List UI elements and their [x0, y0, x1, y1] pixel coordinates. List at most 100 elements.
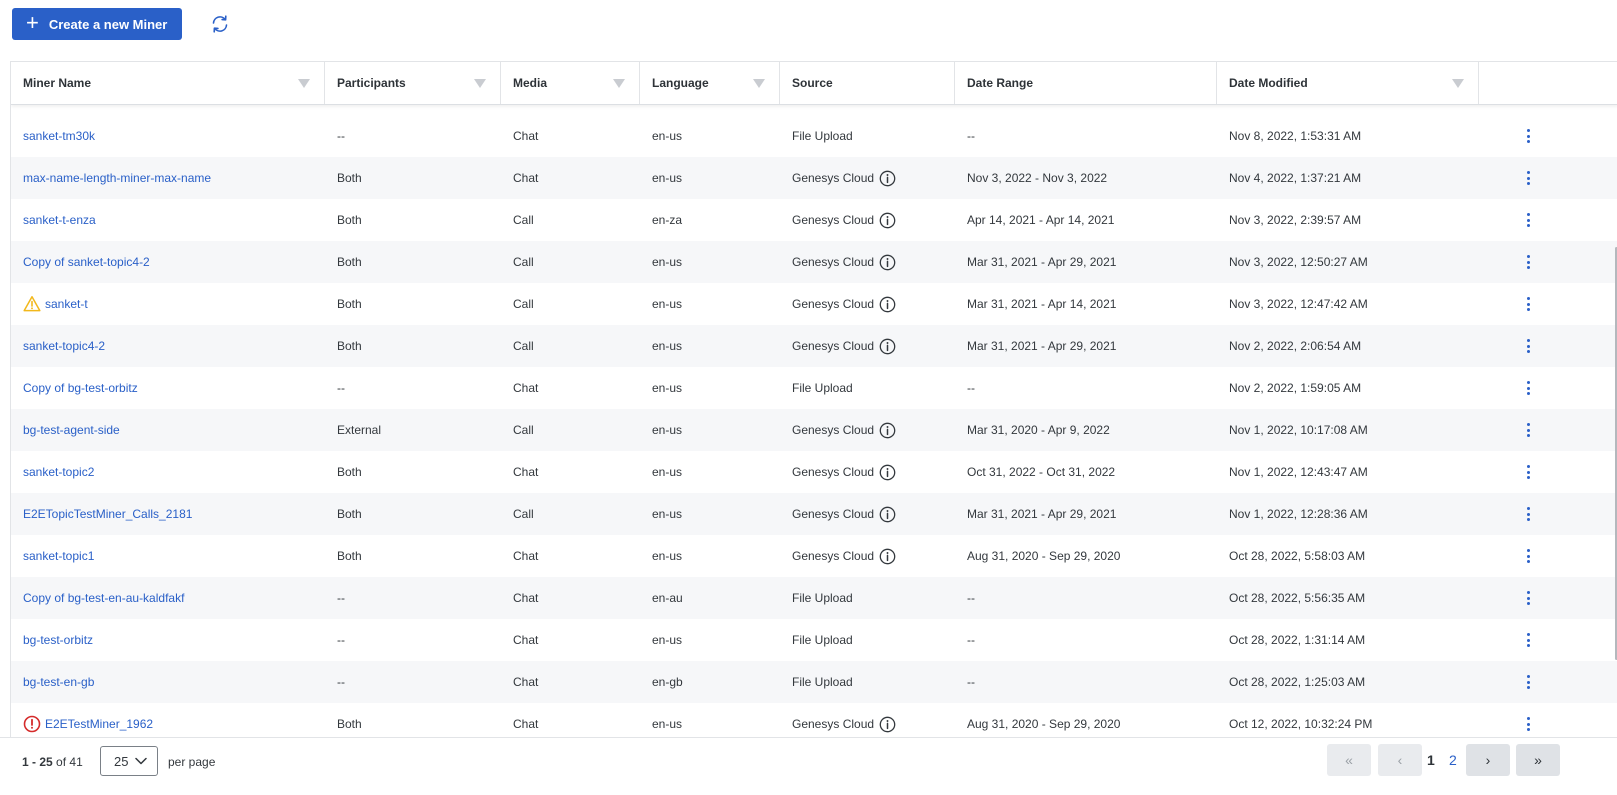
kebab-icon[interactable] [1516, 544, 1540, 568]
cell-participants: Both [325, 549, 501, 563]
cell-date-range-text: Mar 31, 2021 - Apr 14, 2021 [967, 297, 1117, 311]
plus-icon: + [26, 10, 39, 35]
miner-name-link[interactable]: E2ETestMiner_1962 [45, 717, 153, 731]
miner-name-link[interactable]: Copy of bg-test-orbitz [23, 381, 138, 395]
miner-name-link[interactable]: max-name-length-miner-max-name [23, 171, 211, 185]
miner-name-link[interactable]: sanket-t-enza [23, 213, 96, 227]
cell-language: en-us [640, 381, 780, 395]
info-icon[interactable] [879, 422, 896, 439]
cell-participants: -- [325, 129, 501, 143]
sort-icon[interactable] [298, 78, 310, 88]
toolbar: + Create a new Miner [12, 8, 234, 40]
kebab-icon[interactable] [1516, 418, 1540, 442]
kebab-icon[interactable] [1516, 628, 1540, 652]
miner-name-link[interactable]: E2ETopicTestMiner_Calls_2181 [23, 507, 192, 521]
miner-name-link[interactable]: bg-test-orbitz [23, 633, 93, 647]
cell-miner-name: sanket-topic2 [11, 465, 325, 479]
kebab-icon[interactable] [1516, 166, 1540, 190]
miner-name-link[interactable]: sanket-topic4-2 [23, 339, 105, 353]
sort-icon[interactable] [1452, 78, 1464, 88]
refresh-button[interactable] [206, 10, 234, 38]
cell-miner-name: sanket-tm30k [11, 129, 325, 143]
cell-date-modified-text: Nov 2, 2022, 1:59:05 AM [1229, 381, 1362, 395]
kebab-icon[interactable] [1516, 712, 1540, 736]
cell-date-modified: Nov 2, 2022, 1:59:05 AM [1217, 381, 1479, 395]
table-row: Copy of sanket-topic4-2 Both Call en-us Gene… [11, 241, 1617, 283]
cell-source: Genesys Cloud [780, 296, 955, 313]
kebab-icon[interactable] [1516, 586, 1540, 610]
miner-name-link[interactable]: sanket-topic1 [23, 549, 94, 563]
cell-participants: -- [325, 675, 501, 689]
miner-name-link[interactable]: Copy of bg-test-en-au-kaldfakf [23, 591, 184, 605]
cell-source-text: Genesys Cloud [792, 423, 875, 437]
cell-language-text: en-us [652, 255, 683, 269]
kebab-icon[interactable] [1516, 292, 1540, 316]
cell-source: File Upload [780, 675, 955, 689]
cell-participants: Both [325, 255, 501, 269]
kebab-icon[interactable] [1516, 460, 1540, 484]
table-row: bg-test-en-gb -- Chat en-gb File Upload -- Oct… [11, 661, 1617, 703]
next-page-button[interactable]: › [1466, 744, 1510, 776]
cell-source-text: Genesys Cloud [792, 507, 875, 521]
cell-date-range: Aug 31, 2020 - Sep 29, 2020 [955, 717, 1217, 731]
kebab-icon[interactable] [1516, 334, 1540, 358]
cell-date-range: -- [955, 633, 1217, 647]
cell-media-text: Chat [513, 171, 539, 185]
cell-participants-text: Both [337, 339, 362, 353]
info-icon[interactable] [879, 170, 896, 187]
col-header-participants[interactable]: Participants [325, 62, 501, 104]
sort-icon[interactable] [474, 78, 486, 88]
kebab-icon[interactable] [1516, 376, 1540, 400]
page-2-button[interactable]: 2 [1449, 744, 1457, 776]
info-icon[interactable] [879, 506, 896, 523]
cell-participants: -- [325, 381, 501, 395]
kebab-icon[interactable] [1516, 250, 1540, 274]
miner-name-link[interactable]: Copy of sanket-topic4-2 [23, 255, 150, 269]
cell-participants-text: External [337, 423, 382, 437]
table-row: sanket-topic1 Both Chat en-us Genesys Cloud A… [11, 535, 1617, 577]
col-header-label: Source [792, 76, 833, 90]
cell-miner-name: max-name-length-miner-max-name [11, 171, 325, 185]
miner-name-link[interactable]: bg-test-agent-side [23, 423, 120, 437]
kebab-icon[interactable] [1516, 208, 1540, 232]
info-icon[interactable] [879, 464, 896, 481]
col-header-label: Media [513, 76, 548, 90]
info-icon[interactable] [879, 212, 896, 229]
col-header-media[interactable]: Media [501, 62, 640, 104]
prev-page-button[interactable]: ‹ [1378, 744, 1422, 776]
info-icon[interactable] [879, 338, 896, 355]
miner-name-link[interactable]: sanket-t [45, 297, 88, 311]
miner-name-link[interactable]: sanket-tm30k [23, 129, 95, 143]
cell-source-text: Genesys Cloud [792, 339, 875, 353]
cell-participants: Both [325, 297, 501, 311]
sort-icon[interactable] [753, 78, 765, 88]
info-icon[interactable] [879, 254, 896, 271]
page-1-button[interactable]: 1 [1427, 744, 1435, 776]
cell-date-modified: Nov 3, 2022, 12:50:27 AM [1217, 255, 1479, 269]
sort-icon[interactable] [613, 78, 625, 88]
create-miner-button[interactable]: + Create a new Miner [12, 8, 183, 40]
last-page-button[interactable]: » [1516, 744, 1560, 776]
kebab-icon[interactable] [1516, 670, 1540, 694]
cell-media: Chat [501, 717, 640, 731]
col-header-date-modified[interactable]: Date Modified [1217, 62, 1479, 104]
info-icon[interactable] [879, 548, 896, 565]
cell-date-range: Mar 31, 2021 - Apr 29, 2021 [955, 507, 1217, 521]
miner-name-link[interactable]: sanket-topic2 [23, 465, 94, 479]
cell-media: Call [501, 507, 640, 521]
range-of-label: of [56, 755, 67, 769]
col-header-language[interactable]: Language [640, 62, 780, 104]
col-header-miner-name[interactable]: Miner Name [11, 62, 325, 104]
kebab-icon[interactable] [1516, 124, 1540, 148]
cell-media: Call [501, 213, 640, 227]
per-page-select[interactable]: 25 [100, 746, 158, 776]
cell-date-modified: Oct 12, 2022, 10:32:24 PM [1217, 717, 1479, 731]
miner-name-link[interactable]: bg-test-en-gb [23, 675, 94, 689]
info-icon[interactable] [879, 296, 896, 313]
first-page-button[interactable]: « [1327, 744, 1371, 776]
cell-date-modified: Nov 3, 2022, 12:47:42 AM [1217, 297, 1479, 311]
cell-media: Chat [501, 465, 640, 479]
table-row: Copy of bg-test-en-au-kaldfakf -- Chat en-a… [11, 577, 1617, 619]
info-icon[interactable] [879, 716, 896, 733]
kebab-icon[interactable] [1516, 502, 1540, 526]
